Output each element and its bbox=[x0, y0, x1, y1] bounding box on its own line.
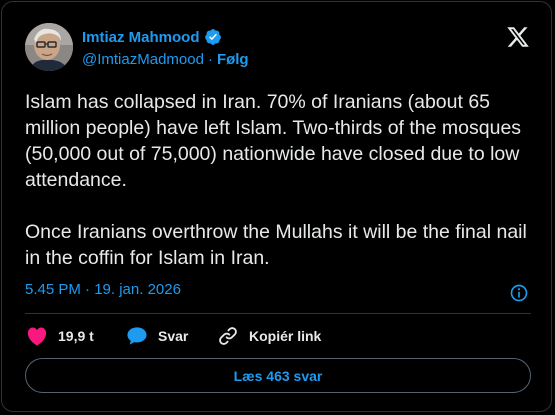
avatar[interactable] bbox=[25, 23, 73, 71]
like-count: 19,9 t bbox=[58, 328, 94, 344]
speech-bubble-icon bbox=[127, 327, 147, 345]
tweet-card: Imtiaz Mahmood @ImtiazMadmood · Følg Islam… bbox=[1, 1, 552, 412]
like-button[interactable]: 19,9 t bbox=[26, 324, 94, 348]
author-name[interactable]: Imtiaz Mahmood bbox=[82, 29, 200, 46]
verified-badge-icon bbox=[204, 29, 221, 45]
copy-link-label: Kopiér link bbox=[249, 328, 322, 344]
tweet-paragraph-2: Once Iranians overthrow the Mullahs it w… bbox=[25, 221, 527, 269]
author-handle[interactable]: @ImtiazMadmood bbox=[82, 51, 204, 68]
reply-label: Svar bbox=[158, 328, 189, 344]
author-name-row[interactable]: Imtiaz Mahmood bbox=[82, 28, 222, 46]
avatar-photo bbox=[25, 23, 73, 71]
heart-icon bbox=[27, 327, 47, 346]
read-replies-label: Læs 463 svar bbox=[233, 367, 323, 384]
read-replies-button[interactable]: Læs 463 svar bbox=[25, 358, 531, 393]
tweet-timestamp[interactable]: 5.45 PM · 19. jan. 2026 bbox=[25, 281, 181, 298]
link-icon bbox=[219, 327, 237, 345]
tweet-paragraph-1: Islam has collapsed in Iran. 70% of Iran… bbox=[25, 91, 522, 191]
x-logo-icon[interactable] bbox=[505, 25, 531, 49]
tweet-text: Islam has collapsed in Iran. 70% of Iran… bbox=[25, 89, 530, 271]
reply-button[interactable]: Svar bbox=[126, 324, 188, 348]
divider bbox=[25, 313, 531, 314]
copy-link-button[interactable]: Kopiér link bbox=[217, 324, 321, 348]
info-icon[interactable] bbox=[509, 283, 529, 303]
follow-link[interactable]: Følg bbox=[217, 51, 249, 68]
author-handle-line: @ImtiazMadmood · Følg bbox=[82, 51, 249, 68]
handle-separator: · bbox=[207, 51, 213, 68]
